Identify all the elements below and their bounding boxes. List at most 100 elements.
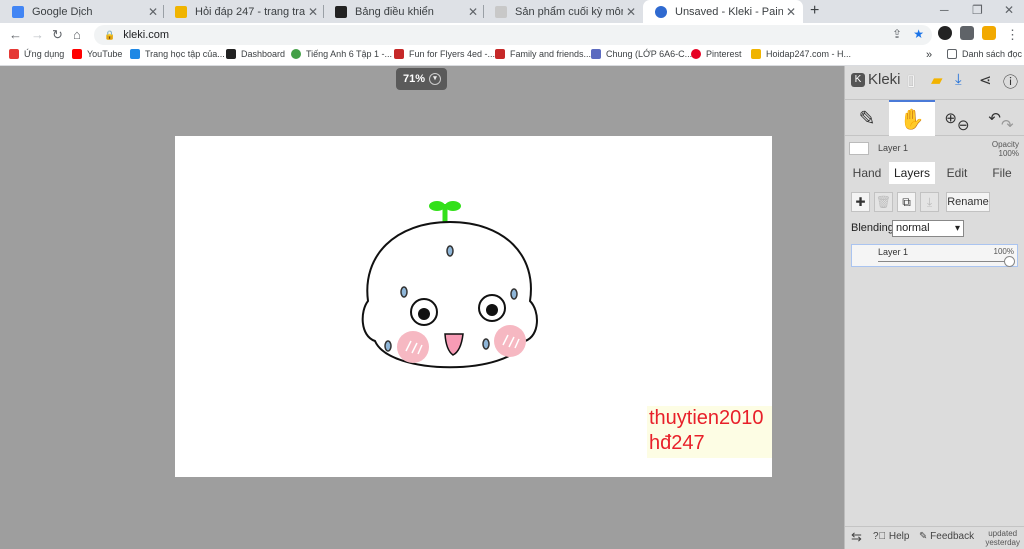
minimize-button[interactable]: ─ [940, 3, 949, 17]
bookmark-chung[interactable]: Chung (LỚP 6A6-C... [591, 49, 692, 59]
close-icon[interactable]: ✕ [623, 5, 639, 19]
bookmark-star-icon[interactable]: ★ [913, 27, 924, 41]
tab-dashboard[interactable]: Bảng điều khiển ✕ [323, 0, 485, 23]
canvas-workspace[interactable]: 71% ▾ thuytien2010 hđ247 [0, 66, 844, 549]
kleki-sidebar: K Kleki ▯ ▰ ⤓ ⋖ ⓘ ✎ ✋ ⊕ ⊖ ↶ ↷ Layer 1 Opac… [844, 66, 1024, 549]
new-image-icon[interactable]: ▯ [907, 71, 915, 89]
layer-opacity-slider[interactable] [878, 261, 1011, 262]
reading-list-label: Danh sách đọc [962, 49, 1023, 59]
tab-title: Google Dịch [32, 5, 93, 18]
apps-icon [9, 49, 19, 59]
bookmark-hoidap247[interactable]: Hoidap247.com - H... [751, 49, 851, 59]
back-icon[interactable]: ← [9, 27, 22, 42]
puzzle-icon[interactable] [960, 26, 974, 40]
drawing-canvas[interactable]: thuytien2010 hđ247 [175, 136, 772, 477]
bookmark-pinterest[interactable]: Pinterest [691, 49, 742, 59]
tab-hand[interactable]: Hand [845, 162, 889, 184]
history-buttons: ↶ ↷ [981, 100, 1021, 136]
reset-zoom-icon[interactable]: ▾ [429, 73, 441, 85]
lock-icon: 🔒 [104, 29, 116, 40]
tab-google-dich[interactable]: Google Dịch ✕ [0, 0, 165, 23]
share-icon[interactable]: ⇪ [892, 27, 902, 41]
zoom-indicator[interactable]: 71% ▾ [396, 68, 447, 90]
blending-select[interactable]: normal [892, 220, 964, 237]
help-link[interactable]: ?⃝ Help [873, 531, 909, 542]
feedback-link[interactable]: ✎ Feedback [919, 531, 974, 542]
bookmark-dashboard[interactable]: Dashboard [226, 49, 285, 59]
tab-layers[interactable]: Layers [889, 162, 935, 184]
bookmark-tieng-anh[interactable]: Tiếng Anh 6 Tập 1 -... [291, 49, 392, 59]
maximize-button[interactable]: ❐ [972, 3, 983, 17]
tab-kleki[interactable]: Unsaved - Kleki - Paint Tool ✕ [643, 0, 803, 23]
opacity-value: 100% [998, 149, 1019, 158]
brush-tool[interactable]: ✎ [845, 100, 889, 136]
reload-icon[interactable]: ↻ [52, 27, 63, 43]
bookmark-trang-hoc-tap[interactable]: Trang học tập của... [130, 49, 225, 59]
undo-icon[interactable]: ↶ [988, 109, 1001, 127]
kleki-logo: K Kleki [851, 71, 901, 88]
layer-thumbnail [849, 142, 869, 155]
delete-layer-button[interactable]: 🗑 [874, 192, 893, 212]
page-icon [495, 5, 507, 18]
bookmark-youtube[interactable]: YouTube [72, 49, 122, 59]
tab-edit[interactable]: Edit [935, 162, 979, 184]
bookmark-apps[interactable]: Ứng dụng [9, 49, 64, 59]
left-blush [397, 331, 429, 363]
tab-san-pham[interactable]: Sản phẩm cuối kỳ môn Công ng... ✕ [483, 0, 643, 23]
extension-icon[interactable] [982, 26, 996, 40]
reading-list[interactable]: Danh sách đọc [947, 49, 1022, 59]
note-line: hđ247 [649, 432, 705, 454]
close-icon[interactable]: ✕ [145, 5, 161, 19]
close-icon[interactable]: ✕ [305, 5, 321, 19]
note-line: thuytien2010 [649, 407, 764, 429]
bookmark-label: Dashboard [241, 49, 286, 59]
browser-toolbar: ← → ↻ ⌂ 🔒 kleki.com ⇪ ★ [0, 23, 1024, 47]
open-folder-icon[interactable]: ▰ [931, 71, 943, 89]
right-eye [478, 294, 506, 322]
layer-list-item[interactable]: Layer 1 100% [851, 244, 1018, 267]
extension-icon[interactable] [938, 26, 952, 40]
bookmarks-more-button[interactable]: » [926, 49, 932, 61]
zoom-out-icon[interactable]: ⊖ [957, 116, 970, 134]
new-tab-button[interactable]: + [810, 2, 819, 20]
forward-icon[interactable]: → [31, 27, 44, 42]
tab-hoidap[interactable]: Hỏi đáp 247 - trang tra loi ✕ [163, 0, 325, 23]
bookmark-fun-for-flyers[interactable]: Fun for Flyers 4ed -... [394, 49, 495, 59]
tab-title: Sản phẩm cuối kỳ môn Công ng... [515, 5, 623, 18]
add-layer-button[interactable]: ✚ [851, 192, 870, 212]
app-name: Kleki [868, 71, 901, 88]
download-icon[interactable]: ⤓ [955, 71, 962, 88]
menu-icon[interactable]: ⋮ [1006, 27, 1019, 43]
current-layer-info[interactable]: Layer 1 Opacity 100% [845, 138, 1024, 160]
home-icon[interactable]: ⌂ [73, 27, 81, 42]
close-icon[interactable]: ✕ [783, 5, 799, 19]
zoom-in-icon[interactable]: ⊕ [944, 109, 957, 127]
swap-side-icon[interactable]: ⇆ [851, 529, 862, 545]
updated-line: updated [988, 529, 1018, 538]
redo-icon[interactable]: ↷ [1001, 116, 1014, 134]
share-icon[interactable]: ⋖ [979, 71, 992, 89]
blending-label: Blending [851, 222, 894, 234]
merge-layer-button[interactable]: ⤓ [920, 192, 939, 212]
bookmark-label: Trang học tập của... [145, 49, 225, 59]
bookmark-label: YouTube [87, 49, 123, 59]
address-bar[interactable]: 🔒 kleki.com ⇪ ★ [94, 25, 932, 45]
bookmark-label: Pinterest [706, 49, 742, 59]
bookmark-label: Fun for Flyers 4ed -... [409, 49, 496, 59]
cloud-icon [130, 49, 140, 59]
sprout [429, 201, 461, 222]
close-window-button[interactable]: ✕ [1004, 3, 1014, 17]
layer-opacity-handle[interactable] [1004, 256, 1015, 267]
bookmark-family-friends[interactable]: Family and friends... [495, 49, 591, 59]
bookmark-label: Tiếng Anh 6 Tập 1 -... [306, 49, 393, 59]
hand-tool[interactable]: ✋ [889, 100, 935, 136]
help-icon[interactable]: ⓘ [1003, 71, 1018, 92]
feedback-icon: ✎ [919, 531, 931, 542]
close-icon[interactable]: ✕ [465, 5, 481, 19]
help-label: Help [888, 531, 910, 542]
duplicate-layer-button[interactable]: ⧉ [897, 192, 916, 212]
bookmark-label: Ứng dụng [24, 49, 65, 59]
tab-file[interactable]: File [979, 162, 1024, 184]
rename-button[interactable]: Rename [946, 192, 990, 212]
globe-icon [291, 49, 301, 59]
